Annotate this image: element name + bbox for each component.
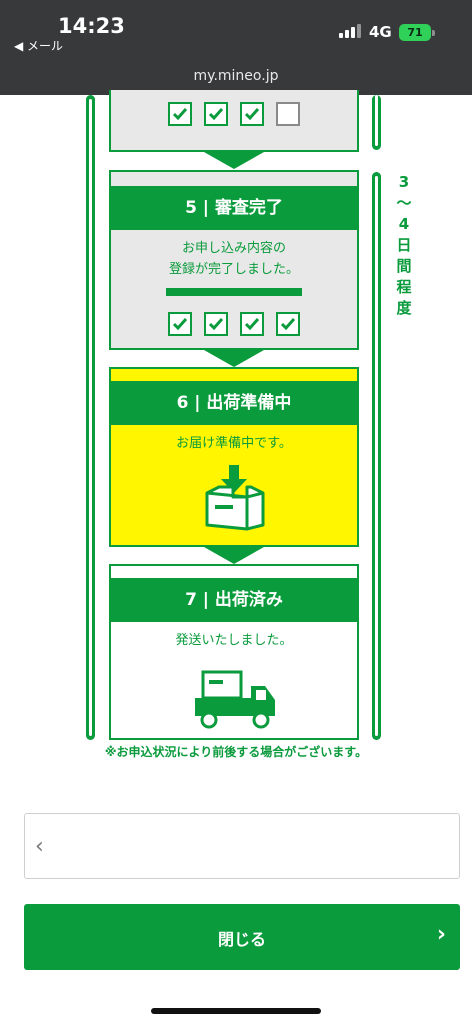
step-5-text-line-1: お申し込み内容の	[181, 241, 286, 256]
step-5-card: 5 | 審査完了 お申し込み内容の 登録が完了しました。	[109, 170, 359, 350]
down-arrow-icon	[204, 152, 264, 169]
step-6-card: 6 | 出荷準備中 お届け準備中です。	[109, 367, 359, 547]
check-icon	[204, 102, 228, 126]
delivery-truck-icon	[195, 670, 275, 729]
check-icon	[204, 312, 228, 336]
progress-bar	[166, 288, 302, 296]
progress-checks	[111, 312, 357, 336]
check-icon	[168, 312, 192, 336]
disclaimer-note: ※お申込状況により前後する場合がございます。	[104, 745, 368, 759]
step-7-card: 7 | 出荷済み 発送いたしました。	[109, 564, 359, 740]
step-5-header: 5 | 審査完了	[111, 186, 357, 230]
step-6-header: 6 | 出荷準備中	[111, 381, 357, 425]
left-timeline-rail	[86, 95, 95, 740]
check-icon	[276, 312, 300, 336]
back-to-mail-link[interactable]: ◀ メール	[14, 37, 63, 54]
url-bar[interactable]: my.mineo.jp	[0, 68, 472, 84]
down-arrow-icon	[204, 547, 264, 564]
empty-check-icon	[276, 102, 300, 126]
right-timeline-rail-lower	[372, 172, 381, 740]
step-5-text-line-2: 登録が完了しました。	[168, 262, 299, 277]
chevron-right-icon: ›	[436, 922, 446, 947]
battery-tip	[432, 30, 435, 36]
step-7-header: 7 | 出荷済み	[111, 578, 357, 622]
network-type: 4G	[369, 23, 392, 41]
chevron-left-icon: ‹	[35, 834, 44, 859]
status-time: 14:23	[58, 14, 125, 38]
browser-top-bar: 14:23 ◀ メール 4G 71 my.mineo.jp	[0, 0, 472, 95]
step-6-text: お届け準備中です。	[176, 436, 292, 451]
duration-label: 3 〜 4 日 間 程 度	[396, 173, 412, 317]
close-button-label: 閉じる	[217, 930, 266, 949]
signal-icon	[339, 24, 361, 38]
step-7-text: 発送いたしました。	[175, 633, 293, 648]
down-arrow-icon	[204, 350, 264, 367]
step-4-card	[109, 90, 359, 152]
right-timeline-rail-upper	[372, 95, 381, 150]
back-button[interactable]: ‹	[24, 813, 460, 879]
check-icon	[168, 102, 192, 126]
close-button[interactable]: 閉じる ›	[24, 904, 460, 970]
home-indicator[interactable]	[151, 1008, 321, 1014]
battery-icon: 71	[399, 24, 431, 41]
progress-checks	[111, 102, 357, 126]
box-download-icon	[205, 465, 265, 531]
check-icon	[240, 312, 264, 336]
check-icon	[240, 102, 264, 126]
